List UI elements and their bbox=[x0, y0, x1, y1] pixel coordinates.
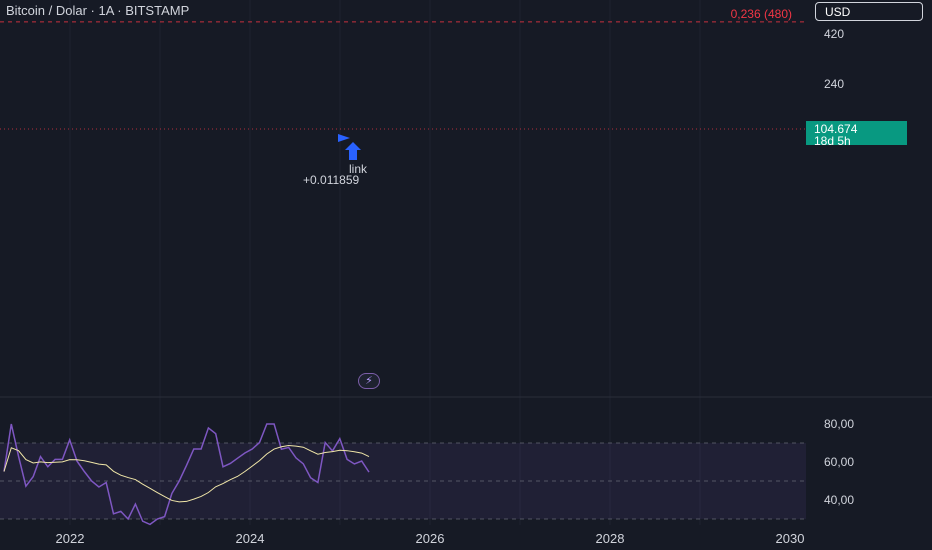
time-axis-label: 2024 bbox=[235, 531, 265, 546]
time-axis-label: 2026 bbox=[415, 531, 445, 546]
price-axis-label: 420 bbox=[824, 26, 845, 41]
annotation-value: +0.011859 bbox=[303, 173, 360, 187]
rsi-axis-label: 40,00 bbox=[824, 493, 855, 507]
drawing-annotation bbox=[338, 134, 361, 160]
rsi-panel bbox=[0, 396, 932, 526]
bar-countdown: 18d 5h bbox=[814, 134, 851, 148]
rsi-axis-label: 80,00 bbox=[824, 417, 855, 431]
annotation-arrow-right bbox=[338, 134, 350, 142]
rsi-axis-label: 60,00 bbox=[824, 455, 855, 469]
current-price-tag: 104.674 18d 5h bbox=[806, 121, 907, 148]
chart-title: Bitcoin / Dolar · 1A · BITSTAMP bbox=[6, 3, 190, 18]
time-axis-label: 2022 bbox=[55, 531, 85, 546]
annotation-arrow-up bbox=[345, 142, 361, 160]
lightning-icon[interactable]: ⚡ bbox=[358, 373, 380, 389]
fib-label: 0,236 (480) bbox=[730, 6, 792, 21]
currency-button[interactable]: USD bbox=[815, 2, 923, 21]
price-axis-label: 240 bbox=[824, 76, 845, 91]
time-axis-label: 2028 bbox=[595, 531, 625, 546]
fibonacci-levels bbox=[0, 21, 806, 130]
chart-canvas[interactable] bbox=[0, 0, 932, 550]
time-axis-label: 2030 bbox=[775, 531, 805, 546]
